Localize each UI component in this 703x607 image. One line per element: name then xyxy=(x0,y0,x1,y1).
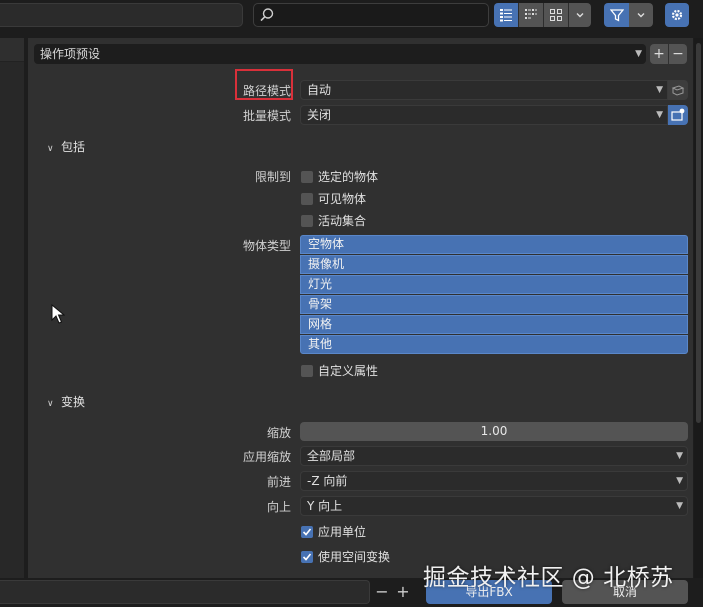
up-axis-value: Y 向上 xyxy=(307,499,343,513)
visible-objects-checkbox[interactable]: 可见物体 xyxy=(301,190,366,207)
scale-label: 缩放 xyxy=(266,426,291,440)
batch-mode-value: 关闭 xyxy=(307,108,332,122)
include-section-header[interactable]: ∨ 包括 xyxy=(47,138,85,155)
selected-objects-label: 选定的物体 xyxy=(318,170,379,184)
apply-unit-checkbox[interactable]: 应用单位 xyxy=(301,523,366,540)
remove-preset-button[interactable]: − xyxy=(669,44,687,64)
batch-own-dir-toggle[interactable] xyxy=(668,105,688,125)
active-collection-checkbox[interactable]: 活动集合 xyxy=(301,212,366,229)
path-mode-dropdown[interactable]: 自动 ▼ xyxy=(300,80,668,100)
limit-to-label: 限制到 xyxy=(254,170,291,184)
custom-properties-checkbox[interactable]: 自定义属性 xyxy=(301,362,378,379)
grid-icon xyxy=(550,9,562,21)
scale-value: 1.00 xyxy=(480,424,508,438)
apply-scaling-value: 全部局部 xyxy=(307,449,356,463)
filter-icon xyxy=(609,9,624,22)
panel-scrollbar[interactable] xyxy=(694,38,703,578)
chevron-down-icon xyxy=(576,13,584,18)
object-type-camera[interactable]: 摄像机 xyxy=(300,255,688,274)
display-mode-group xyxy=(494,3,591,27)
object-type-light[interactable]: 灯光 xyxy=(300,275,688,294)
chevron-down-icon: ∨ xyxy=(47,399,54,409)
checkmark-icon xyxy=(301,550,313,563)
transform-section-header[interactable]: ∨ 变换 xyxy=(47,393,85,410)
display-settings-dropdown[interactable] xyxy=(569,3,591,27)
chevron-down-icon: ▼ xyxy=(676,501,683,511)
filter-dropdown[interactable] xyxy=(629,3,653,27)
chevron-down-icon: ∨ xyxy=(47,144,54,154)
chevron-down-icon: ▼ xyxy=(656,85,663,95)
filename-field[interactable] xyxy=(0,580,370,604)
columns-view-icon xyxy=(525,9,537,19)
list-view-icon xyxy=(500,9,512,22)
apply-unit-label: 应用单位 xyxy=(318,525,367,539)
object-type-empty[interactable]: 空物体 xyxy=(300,235,688,254)
embed-textures-toggle[interactable] xyxy=(668,80,688,100)
use-space-transform-label: 使用空间变换 xyxy=(318,550,391,564)
forward-axis-value: -Z 向前 xyxy=(307,474,348,488)
watermark-text: 掘金技术社区 @ 北桥苏 xyxy=(423,565,674,591)
add-preset-button[interactable]: + xyxy=(650,44,668,64)
top-toolbar xyxy=(0,0,703,32)
chevron-down-icon xyxy=(637,13,645,18)
apply-scaling-label: 应用缩放 xyxy=(242,450,291,464)
directory-path-field[interactable] xyxy=(0,3,243,27)
checkbox-box xyxy=(301,192,313,205)
chevron-down-icon: ▼ xyxy=(676,476,683,486)
file-list-header xyxy=(0,38,24,62)
object-types-label: 物体类型 xyxy=(242,239,291,253)
decrement-filename-button[interactable]: − xyxy=(372,580,392,604)
use-space-transform-checkbox[interactable]: 使用空间变换 xyxy=(301,548,390,565)
batch-mode-label: 批量模式 xyxy=(242,109,291,123)
active-collection-label: 活动集合 xyxy=(318,214,367,228)
search-icon xyxy=(260,8,274,22)
checkbox-box xyxy=(301,214,313,227)
new-folder-icon xyxy=(671,108,685,121)
list-vertical-view-button[interactable] xyxy=(494,3,519,27)
thumbnails-view-button[interactable] xyxy=(544,3,569,27)
forward-axis-dropdown[interactable]: -Z 向前 ▼ xyxy=(300,471,688,491)
settings-button[interactable] xyxy=(665,3,689,27)
scale-field[interactable]: 1.00 xyxy=(300,422,688,441)
chevron-down-icon: ▼ xyxy=(676,451,683,461)
up-axis-dropdown[interactable]: Y 向上 ▼ xyxy=(300,496,688,516)
operator-presets-dropdown[interactable]: 操作项预设 ▼ xyxy=(34,44,646,64)
chevron-down-icon: ▼ xyxy=(635,49,642,59)
file-list-pane[interactable] xyxy=(0,38,24,578)
chevron-down-icon: ▼ xyxy=(656,110,663,120)
checkmark-icon xyxy=(301,525,313,538)
visible-objects-label: 可见物体 xyxy=(318,192,367,206)
increment-filename-button[interactable]: + xyxy=(393,580,413,604)
object-types-list: 空物体 摄像机 灯光 骨架 网格 其他 xyxy=(300,235,688,355)
apply-scaling-dropdown[interactable]: 全部局部 ▼ xyxy=(300,446,688,466)
operator-presets-label: 操作项预设 xyxy=(40,47,101,61)
checkbox-box xyxy=(301,170,313,183)
include-section-title: 包括 xyxy=(61,140,86,154)
up-axis-label: 向上 xyxy=(266,500,291,514)
gear-icon xyxy=(671,9,683,21)
filter-button[interactable] xyxy=(604,3,629,27)
mouse-cursor-icon xyxy=(51,304,65,324)
path-mode-value: 自动 xyxy=(307,83,332,97)
object-type-armature[interactable]: 骨架 xyxy=(300,295,688,314)
list-horizontal-view-button[interactable] xyxy=(519,3,544,27)
search-field[interactable] xyxy=(253,3,489,27)
scrollbar-thumb[interactable] xyxy=(696,43,701,423)
batch-mode-dropdown[interactable]: 关闭 ▼ xyxy=(300,105,668,125)
object-type-other[interactable]: 其他 xyxy=(300,335,688,354)
checkbox-box xyxy=(301,364,313,377)
selected-objects-checkbox[interactable]: 选定的物体 xyxy=(301,168,378,185)
transform-section-title: 变换 xyxy=(61,395,86,409)
forward-axis-label: 前进 xyxy=(266,475,291,489)
custom-properties-label: 自定义属性 xyxy=(318,364,379,378)
package-icon xyxy=(671,85,685,96)
highlight-box xyxy=(235,69,293,100)
object-type-mesh[interactable]: 网格 xyxy=(300,315,688,334)
